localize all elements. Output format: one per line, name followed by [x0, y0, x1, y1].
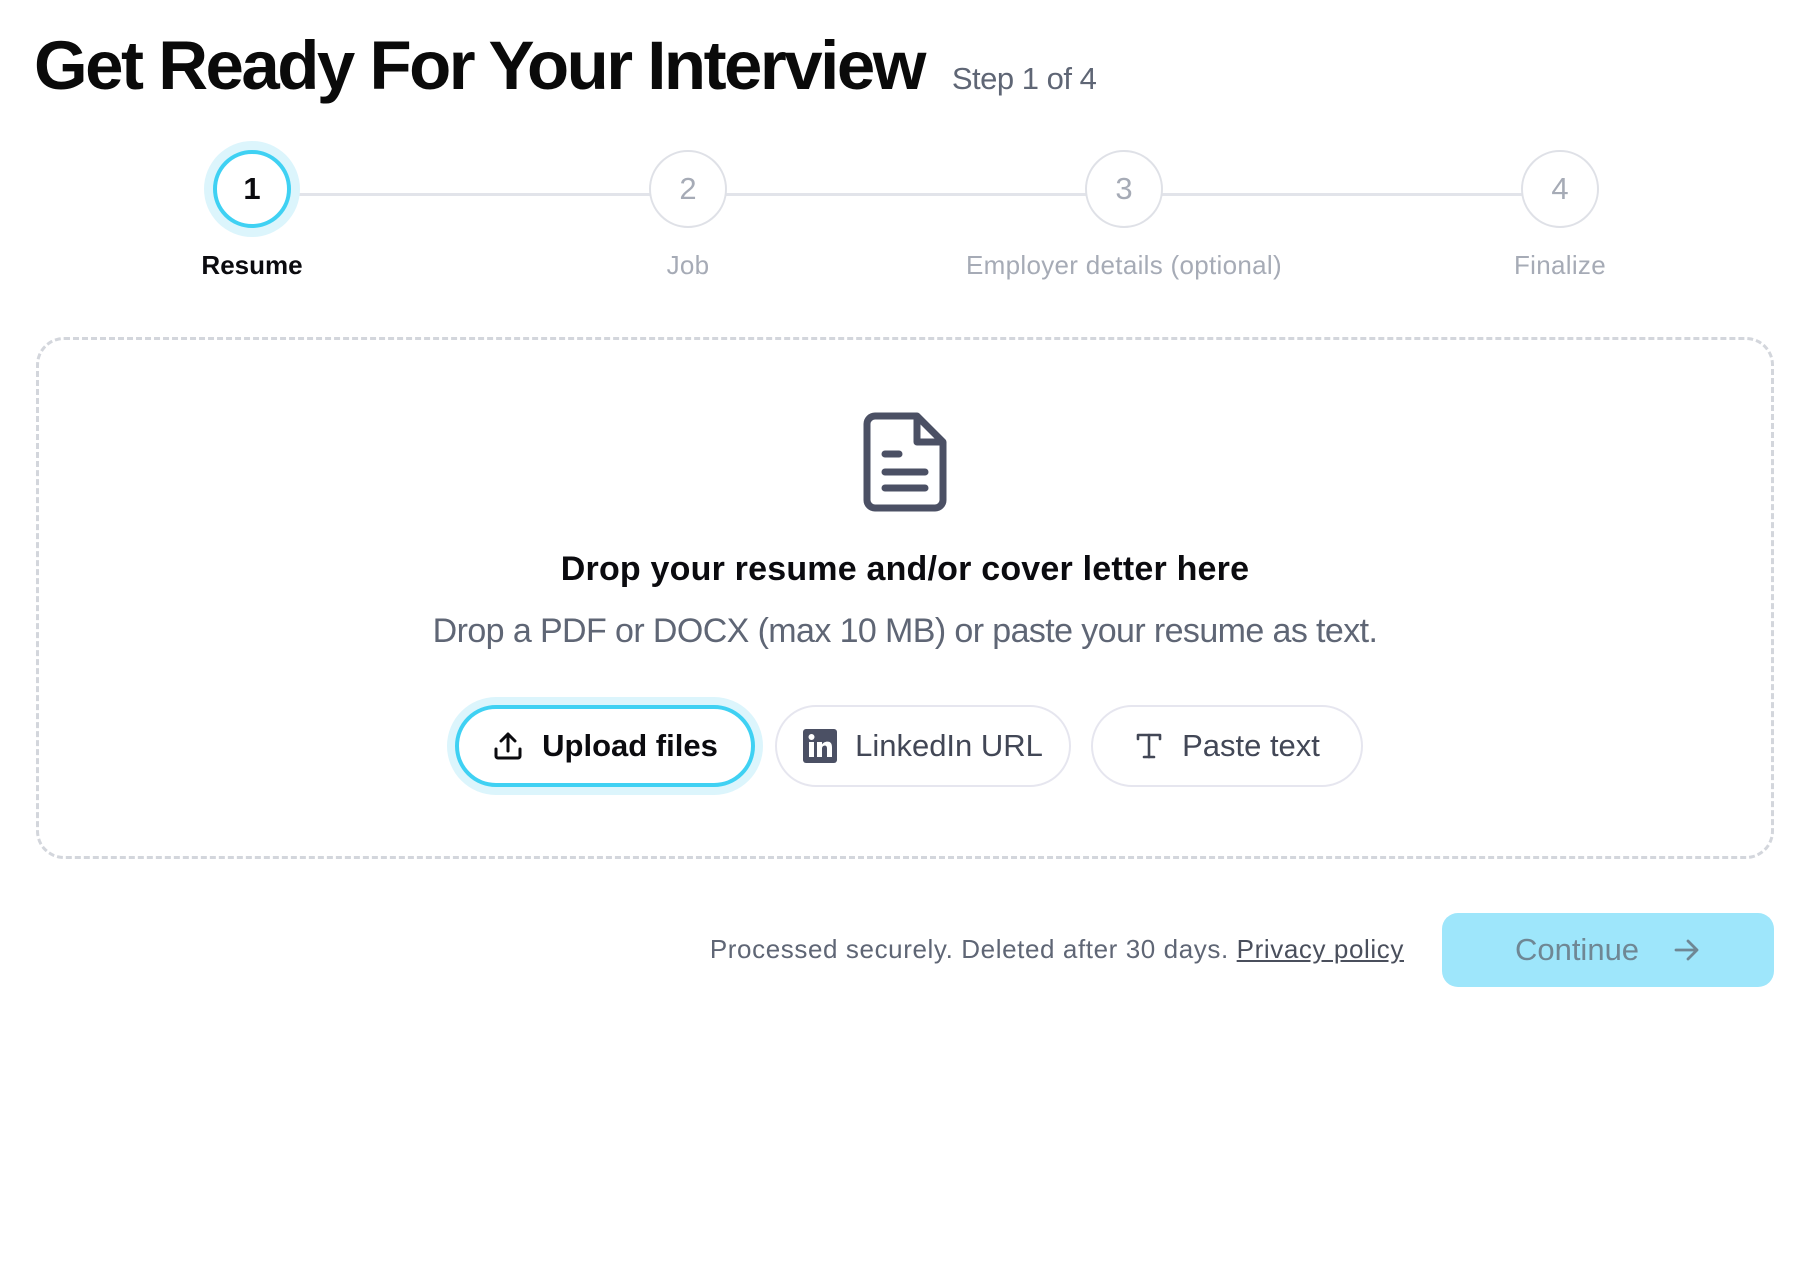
document-icon	[863, 412, 947, 512]
step-number: 1	[213, 150, 291, 228]
step-number: 3	[1085, 150, 1163, 228]
dropzone-title: Drop your resume and/or cover letter her…	[560, 550, 1250, 588]
step-resume[interactable]: 1 Resume	[42, 150, 462, 281]
paste-text-label: Paste text	[1182, 728, 1320, 763]
step-number: 4	[1521, 150, 1599, 228]
step-job[interactable]: 2 Job	[478, 150, 898, 281]
step-indicator: Step 1 of 4	[951, 61, 1097, 96]
privacy-policy-link[interactable]: Privacy policy	[1237, 934, 1404, 964]
step-label: Job	[666, 250, 710, 280]
text-icon	[1136, 733, 1162, 759]
linkedin-url-label: LinkedIn URL	[855, 728, 1043, 763]
security-note-text: Processed securely. Deleted after 30 day…	[709, 934, 1237, 964]
upload-icon	[494, 732, 522, 760]
linkedin-url-button[interactable]: LinkedIn URL	[775, 705, 1071, 787]
upload-files-button[interactable]: Upload files	[455, 705, 755, 787]
continue-button[interactable]: Continue	[1442, 913, 1774, 987]
step-label: Resume	[201, 250, 303, 280]
header: Get Ready For Your Interview Step 1 of 4	[34, 27, 1097, 104]
page-title: Get Ready For Your Interview	[34, 27, 926, 104]
arrow-right-icon	[1674, 939, 1699, 961]
step-label: Finalize	[1514, 250, 1606, 280]
linkedin-icon	[803, 729, 838, 763]
step-finalize[interactable]: 4 Finalize	[1350, 150, 1770, 281]
upload-options: Upload files LinkedIn URL Paste text	[39, 705, 1771, 787]
step-number: 2	[649, 150, 727, 228]
upload-files-label: Upload files	[542, 728, 718, 763]
step-employer-details[interactable]: 3 Employer details (optional)	[914, 150, 1334, 281]
dropzone-subtitle: Drop a PDF or DOCX (max 10 MB) or paste …	[432, 612, 1378, 650]
resume-dropzone[interactable]: Drop your resume and/or cover letter her…	[36, 337, 1774, 859]
step-label: Employer details (optional)	[966, 250, 1282, 280]
stepper: 1 Resume 2 Job 3 Employer details (optio…	[0, 150, 1800, 290]
continue-label: Continue	[1514, 932, 1640, 967]
security-note: Processed securely. Deleted after 30 day…	[710, 934, 1404, 965]
page: Get Ready For Your Interview Step 1 of 4…	[0, 0, 1800, 1280]
paste-text-button[interactable]: Paste text	[1091, 705, 1363, 787]
